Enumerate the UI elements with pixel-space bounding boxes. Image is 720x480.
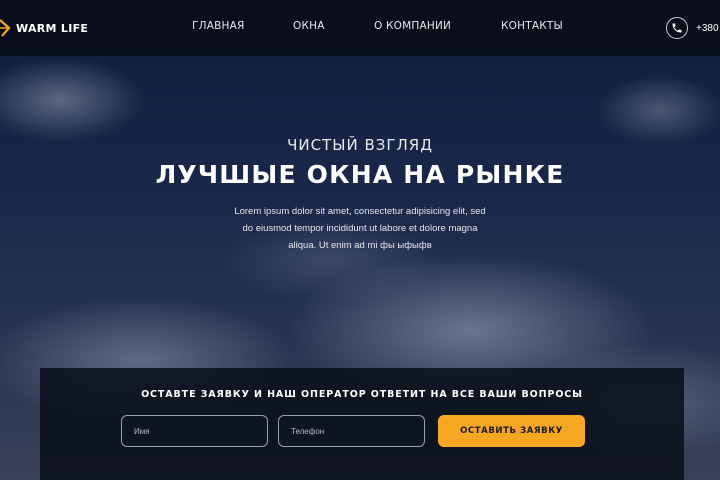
top-navigation-bar: WARM LIFE ГЛАВНАЯ ОКНА О КОМПАНИИ КОНТАК… bbox=[0, 0, 720, 56]
nav-item-contacts[interactable]: КОНТАКТЫ bbox=[501, 20, 563, 32]
brand-name: WARM LIFE bbox=[16, 21, 89, 35]
phone-number[interactable]: +380 bbox=[696, 23, 719, 34]
name-input[interactable] bbox=[121, 415, 268, 447]
nav-item-home[interactable]: ГЛАВНАЯ bbox=[192, 20, 244, 32]
hero-headline: ЛУЧШЫЕ ОКНА НА РЫНКЕ bbox=[155, 160, 565, 189]
logo-icon bbox=[0, 19, 11, 37]
phone-contact[interactable]: +380 bbox=[666, 17, 719, 39]
hero-description-line: aliqua. Ut enim ad mi фы ыфыфв bbox=[288, 240, 432, 251]
nav-item-windows[interactable]: ОКНА bbox=[293, 20, 325, 32]
phone-input[interactable] bbox=[278, 415, 425, 447]
brand-logo[interactable]: WARM LIFE bbox=[0, 18, 88, 38]
request-form-panel: ОСТАВТЕ ЗАЯВКУ И НАШ ОПЕРАТОР ОТВЕТИТ НА… bbox=[40, 368, 684, 480]
hero-description: Lorem ipsum dolor sit amet, consectetur … bbox=[190, 203, 530, 254]
submit-request-button[interactable]: ОСТАВИТЬ ЗАЯВКУ bbox=[438, 415, 585, 447]
hero-kicker: ЧИСТЫЙ ВЗГЛЯД bbox=[287, 136, 433, 154]
hero-description-line: Lorem ipsum dolor sit amet, consectetur … bbox=[234, 206, 486, 217]
request-form-title: ОСТАВТЕ ЗАЯВКУ И НАШ ОПЕРАТОР ОТВЕТИТ НА… bbox=[141, 389, 583, 400]
phone-icon[interactable] bbox=[666, 17, 688, 39]
nav-item-about[interactable]: О КОМПАНИИ bbox=[374, 20, 451, 32]
hero-description-line: do eiusmod tempor incididunt ut labore e… bbox=[242, 223, 478, 234]
